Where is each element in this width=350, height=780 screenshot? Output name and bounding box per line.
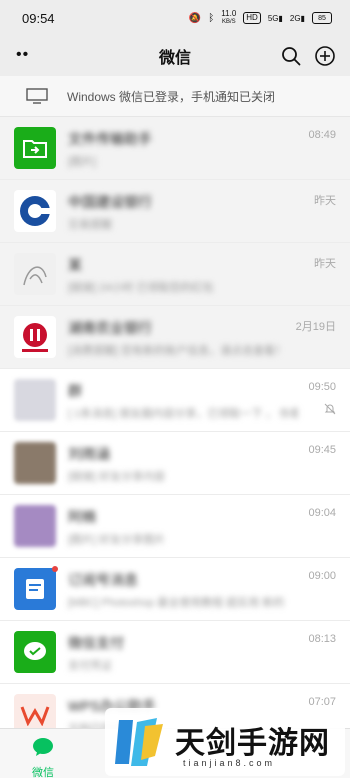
- chat-row[interactable]: 中国建设银行 交易提醒 昨天: [0, 180, 350, 243]
- chat-time: 09:50: [308, 381, 336, 393]
- chat-time: 07:07: [308, 696, 336, 708]
- more-dots-icon[interactable]: ••: [16, 47, 29, 63]
- chat-snippet: [消费提醒] 您有新的账户信息，请点击查看！: [68, 345, 287, 357]
- wechat-pay-icon: [24, 642, 46, 660]
- sketch-avatar-icon: [23, 266, 47, 286]
- windows-login-notice[interactable]: Windows 微信已登录，手机通知已关闭: [0, 76, 350, 117]
- chat-name: 中国建设银行: [68, 194, 152, 210]
- bank-seal-icon: [22, 323, 48, 352]
- bank-logo-icon: [20, 196, 50, 226]
- avatar: [14, 253, 56, 295]
- wps-logo-icon: [20, 706, 50, 726]
- chat-name: 订阅号消息: [68, 572, 138, 588]
- subscription-icon: [26, 579, 44, 599]
- network-speed: 11.0 KB/S: [221, 9, 237, 26]
- status-bar: 09:54 🔕 ᛒ 11.0 KB/S HD 5G▮ 2G▮ 85: [0, 0, 350, 36]
- page-title: 微信: [158, 50, 191, 67]
- chat-name: 刘雨涵: [68, 446, 110, 462]
- hd-badge: HD: [243, 12, 261, 24]
- watermark-title: 天剑手游网: [175, 727, 330, 760]
- chat-time: 09:04: [308, 507, 336, 519]
- chat-name: 文件传输助手: [68, 131, 152, 147]
- chat-name: 阿楠: [68, 509, 96, 525]
- folder-icon: [23, 140, 47, 158]
- chat-name: 某: [68, 257, 82, 273]
- avatar: [14, 190, 56, 232]
- chat-snippet: [链接] 24小时 已领取您的红包: [68, 282, 214, 294]
- status-icons: 🔕 ᛒ 11.0 KB/S HD 5G▮ 2G▮ 85: [189, 10, 332, 26]
- avatar: [14, 631, 56, 673]
- plus-circle-icon[interactable]: [314, 45, 336, 67]
- chat-name: 湖南农业银行: [68, 320, 152, 336]
- signal-5g-icon: 5G▮: [267, 13, 283, 23]
- signal-2g-icon: 2G▮: [289, 13, 305, 23]
- chat-row[interactable]: 订阅号消息 [MBC] Photoshop 最全使用教程 超实用 新的 09:0…: [0, 558, 350, 621]
- chat-row[interactable]: 某 [链接] 24小时 已领取您的红包 昨天: [0, 243, 350, 306]
- monitor-icon: [26, 88, 48, 104]
- avatar: [14, 316, 56, 358]
- chat-time: 昨天: [314, 195, 336, 207]
- chat-row[interactable]: 微信支付 支付凭证 08:13: [0, 621, 350, 684]
- chat-snippet: [MBC] Photoshop 最全使用教程 超实用 新的: [68, 597, 285, 609]
- chat-row[interactable]: 湖南农业银行 [消费提醒] 您有新的账户信息，请点击查看！ 2月19日: [0, 306, 350, 369]
- status-time: 09:54: [22, 10, 55, 26]
- avatar: [14, 127, 56, 169]
- site-watermark: 天剑手游网 tianjian8.com: [105, 708, 345, 776]
- avatar: [14, 568, 56, 610]
- search-icon[interactable]: [280, 45, 302, 67]
- chat-time: 昨天: [314, 258, 336, 270]
- chat-snippet: 交易提醒: [68, 219, 112, 231]
- tab-chats[interactable]: 微信: [18, 737, 68, 780]
- notice-text: Windows 微信已登录，手机通知已关闭: [67, 89, 276, 104]
- chat-row[interactable]: 群 [ 1条消息] 朋友圈内容分享，已领取一下 ， 你看一下... 09:50: [0, 369, 350, 432]
- chat-name: 微信支付: [68, 635, 124, 651]
- chat-row[interactable]: 刘雨涵 [链接] 好友分享内容 09:45: [0, 432, 350, 495]
- avatar: [14, 505, 56, 547]
- chat-time: 08:49: [308, 129, 336, 141]
- unread-dot: [52, 566, 58, 572]
- chat-time: 08:13: [308, 633, 336, 645]
- chat-name: 群: [68, 383, 82, 399]
- chat-row[interactable]: 文件传输助手 [图片] 08:49: [0, 117, 350, 180]
- battery-icon: 85: [312, 12, 332, 24]
- watermark-logo-icon: [115, 718, 163, 766]
- chat-row[interactable]: 阿楠 [图片] 好友分享图片 09:04: [0, 495, 350, 558]
- watermark-url: tianjian8.com: [183, 758, 276, 768]
- chat-time: 09:00: [308, 570, 336, 582]
- chat-time: 09:45: [308, 444, 336, 456]
- chat-list: 文件传输助手 [图片] 08:49 中国建设银行 交易提醒 昨天 某 [链接] …: [0, 117, 350, 747]
- chat-snippet: [链接] 好友分享内容: [68, 471, 166, 483]
- chat-snippet: 支付凭证: [68, 660, 112, 672]
- bell-icon: 🔕: [188, 12, 202, 24]
- chat-bubble-icon: [33, 738, 53, 756]
- bluetooth-icon: ᛒ: [208, 12, 215, 24]
- chat-time: 2月19日: [295, 321, 336, 333]
- app-header: •• 微信: [0, 36, 350, 76]
- chat-snippet: [ 1条消息] 朋友圈内容分享，已领取一下 ， 你看一下...: [68, 408, 298, 420]
- avatar: [14, 442, 56, 484]
- avatar: [14, 379, 56, 421]
- chat-snippet: [图片]: [68, 156, 97, 168]
- mute-bell-icon: [324, 403, 336, 415]
- chat-snippet: [图片] 好友分享图片: [68, 534, 166, 546]
